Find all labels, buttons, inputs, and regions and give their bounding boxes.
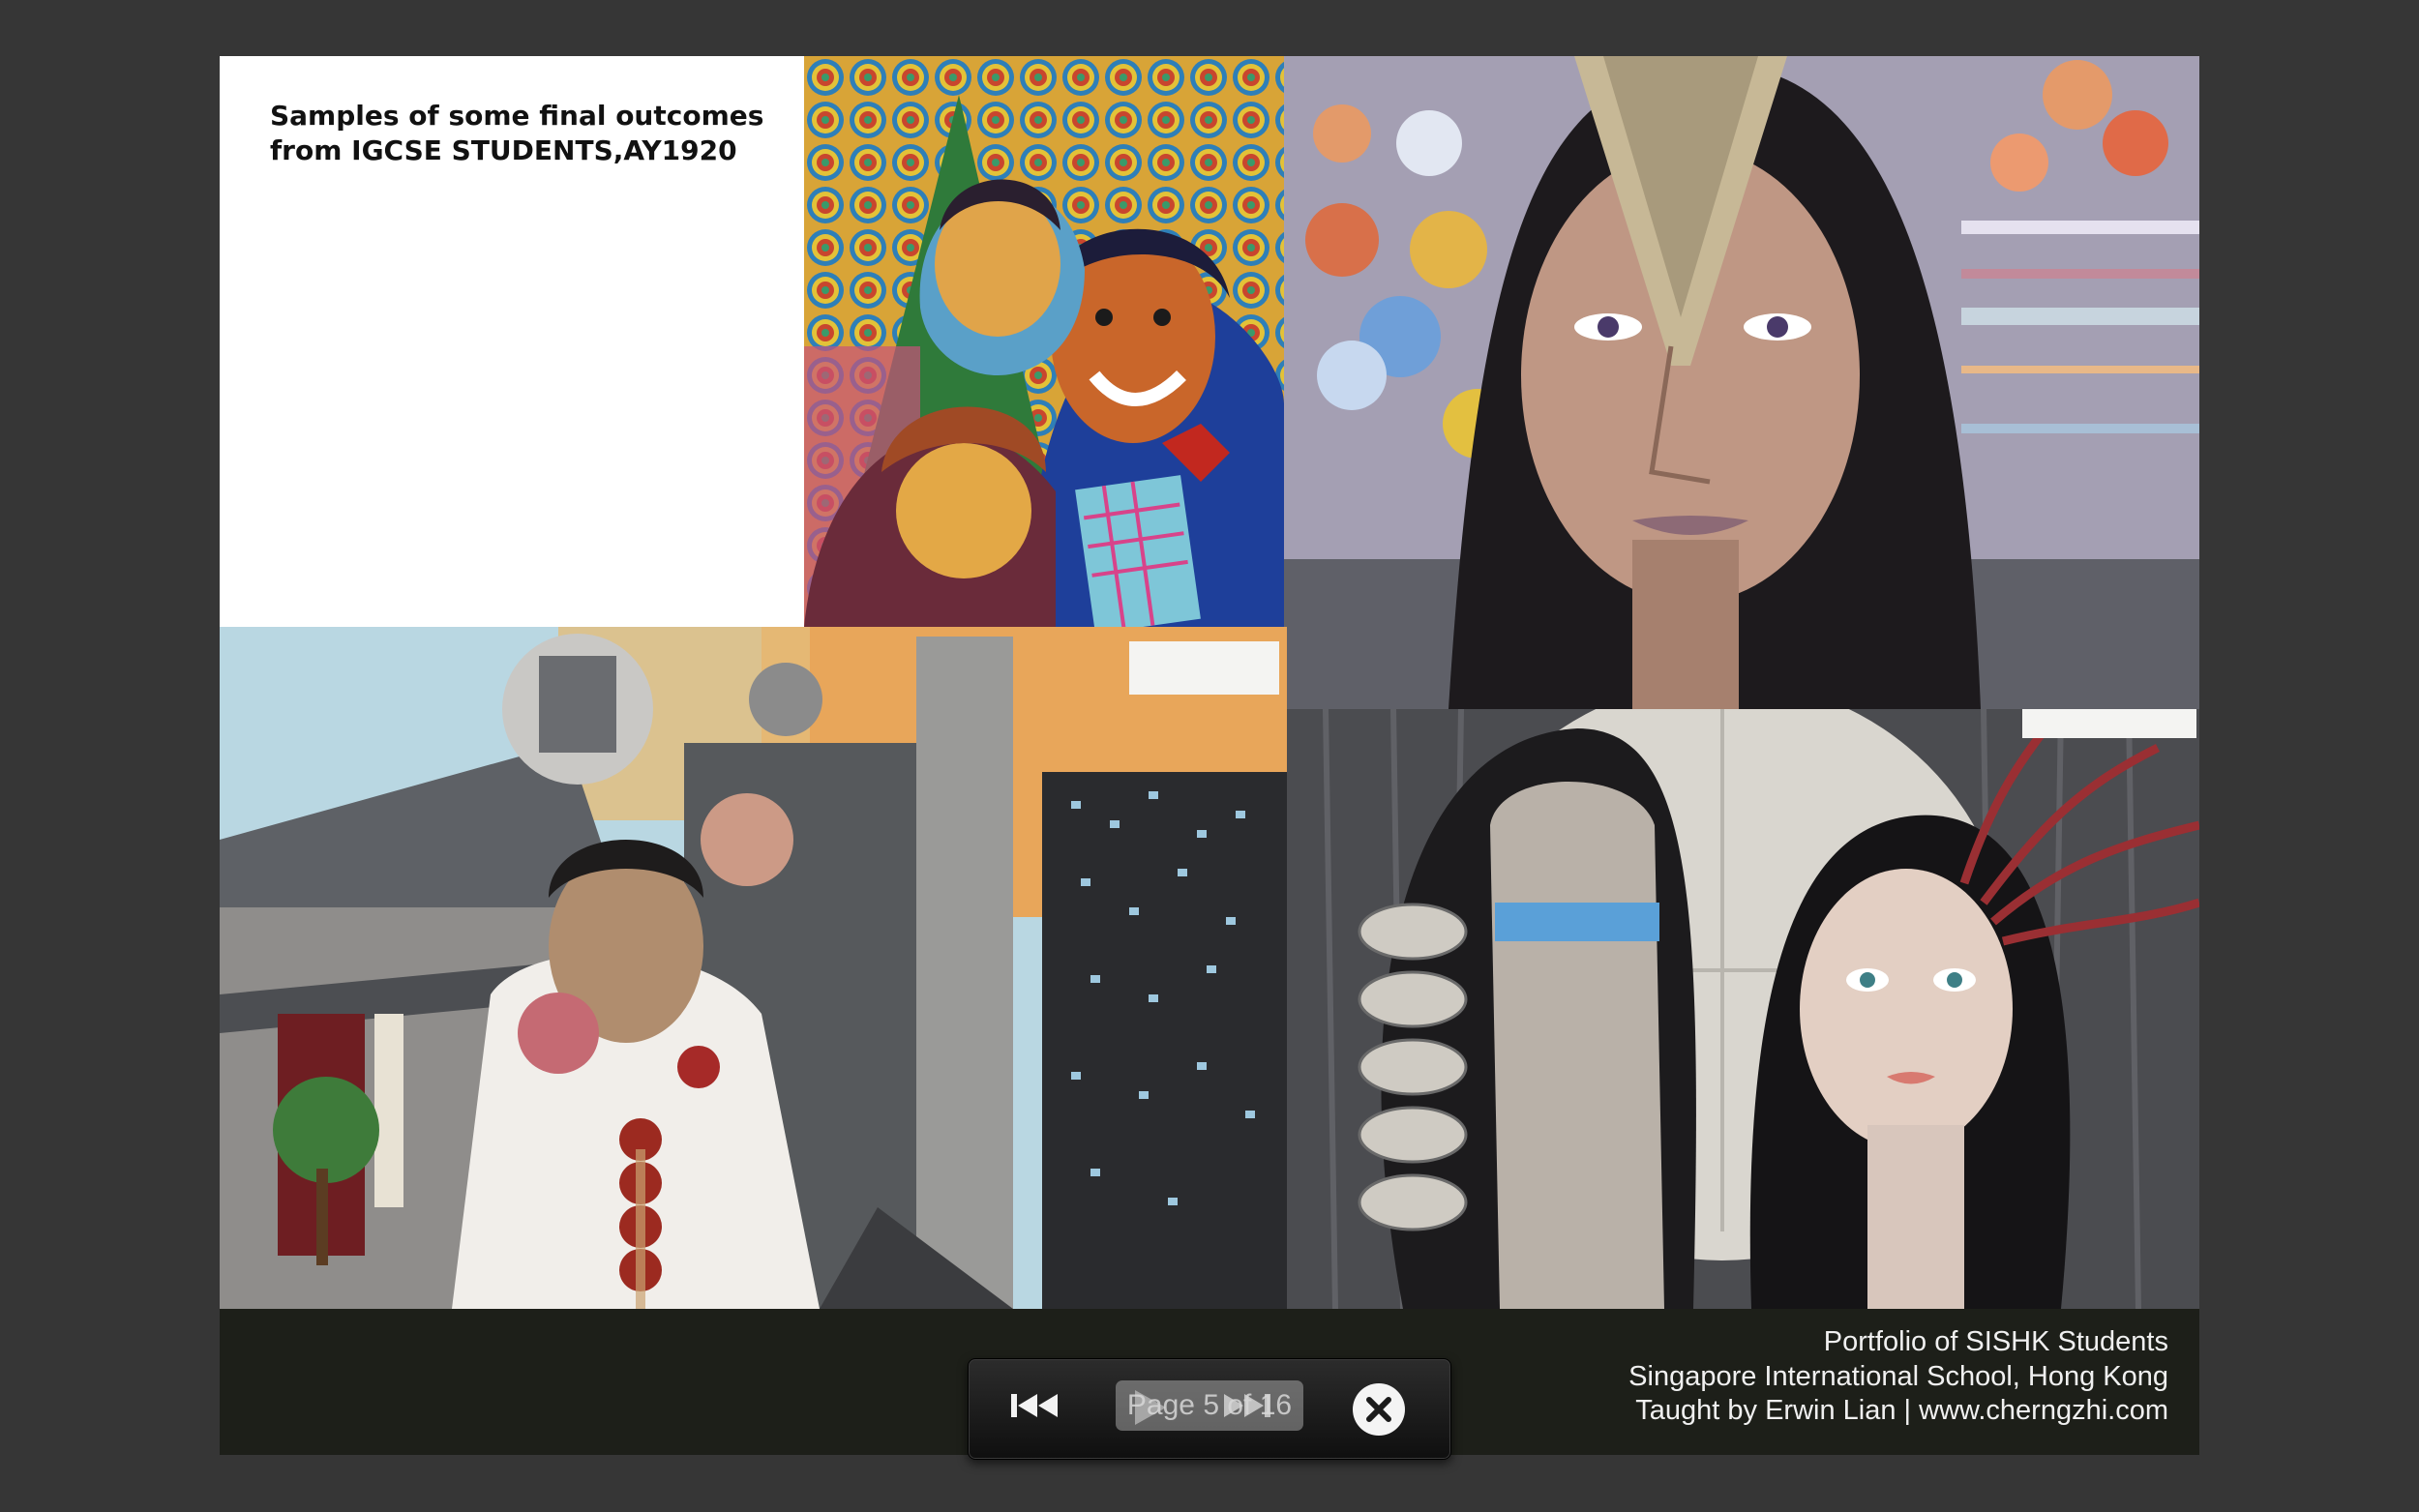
play-button[interactable] [1131,1388,1170,1427]
first-page-button[interactable] [1009,1391,1060,1420]
title-line-2: from IGCSE STUDENTS,AY1920 [270,134,737,166]
artwork-surreal-portrait [1287,709,2199,1309]
artwork-zipper-portrait [1284,56,2199,709]
credit-line-3: Taught by Erwin Lian | www.cherngzhi.com [1635,1395,2168,1426]
skip-to-start-icon [1011,1394,1058,1417]
skip-forward-icon [1224,1394,1270,1417]
page-title: Samples of some final outcomes from IGCS… [270,99,773,168]
play-icon [1135,1390,1166,1425]
next-page-button[interactable] [1222,1391,1272,1420]
title-line-1: Samples of some final outcomes [270,100,764,132]
artwork-street-scene [220,627,1287,1309]
close-circle-icon [1353,1383,1405,1436]
portfolio-page: Samples of some final outcomes from IGCS… [220,56,2199,1455]
artwork-family-portrait [804,56,1284,627]
credit-line-2: Singapore International School, Hong Kon… [1628,1360,2168,1392]
close-viewer-button[interactable] [1352,1382,1406,1437]
title-panel: Samples of some final outcomes from IGCS… [220,56,804,627]
viewer-control-bar: Page 5 of 16 [968,1358,1451,1460]
portfolio-credits: Portfolio of SISHK Students Singapore In… [1628,1325,2168,1429]
credit-line-1: Portfolio of SISHK Students [1823,1326,2168,1357]
